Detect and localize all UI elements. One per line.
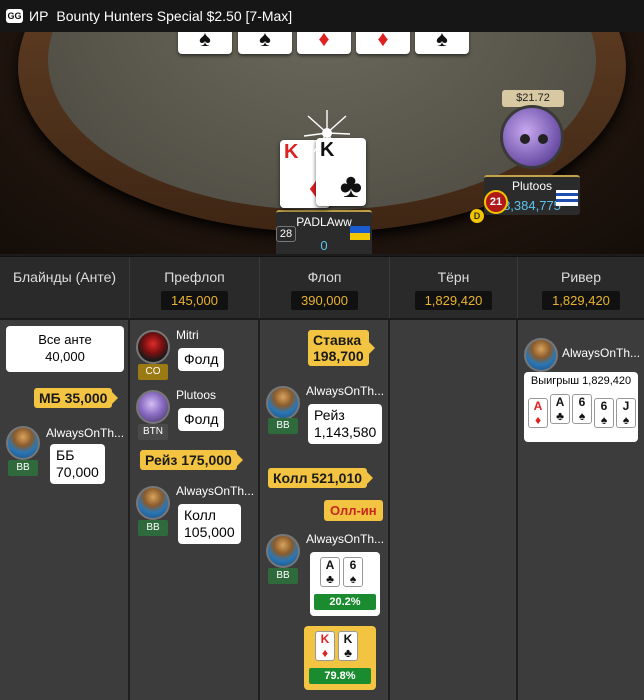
- winner-avatar: [524, 338, 558, 372]
- board-card-5: ♠: [415, 32, 469, 54]
- winner-card: 6 ♠: [572, 394, 592, 424]
- villain-avatar: [500, 105, 564, 169]
- river-pot: 1,829,420: [542, 291, 620, 310]
- big-blind-box: ББ 70,000: [50, 444, 105, 484]
- position-tag: BB: [8, 460, 38, 476]
- position-tag-bb: BB: [268, 568, 298, 584]
- all-ante-box: Все анте 40,000: [6, 326, 124, 372]
- always-raise: Рейз 1,143,580: [308, 404, 383, 444]
- board-card-1: ♠: [178, 32, 232, 54]
- position-tag-bb: BB: [268, 418, 298, 434]
- turn-pot: 1,829,420: [414, 291, 493, 310]
- board-card-2: ♠: [238, 32, 292, 54]
- win-label: Выигрыш 1,829,420: [530, 375, 632, 387]
- player-name: AlwaysOnTh...: [46, 426, 125, 440]
- position-tag-bb: BB: [138, 520, 168, 536]
- small-blind-pill: МБ 35,000: [34, 388, 119, 408]
- preflop-pot: 145,000: [161, 291, 228, 310]
- winner-card: 6 ♠: [594, 398, 614, 428]
- preflop-column: CO Mitri Фолд BTN Plutoos Фолд Рейз 175,…: [130, 320, 260, 700]
- mitri-avatar: [136, 330, 170, 364]
- always-name: AlwaysOnTh...: [306, 384, 385, 398]
- winner-name: AlwaysOnTh...: [562, 346, 641, 360]
- villain-seat[interactable]: $21.72 21 D Plutoos 3,384,775: [470, 90, 580, 223]
- flop-column: Ставка 198,700 BB AlwaysOnTh... Рейз 1,1…: [260, 320, 390, 700]
- river-column: AlwaysOnTh... Выигрыш 1,829,420 A ♦ A ♣ …: [518, 320, 644, 700]
- showdown-card: K ♦: [315, 631, 335, 661]
- raise-pill: Рейз 175,000: [140, 450, 243, 470]
- winner-card: A ♣: [550, 394, 570, 424]
- board-card-3: ♦: [297, 32, 351, 54]
- mitri-fold: Фолд: [178, 348, 225, 371]
- equity-badge: 20.2%: [314, 594, 376, 610]
- street-river: Ривер 1,829,420: [518, 257, 644, 318]
- hero-showdown-cards: K ♦ K ♣ 79.8%: [304, 626, 376, 690]
- always-avatar: [266, 386, 300, 420]
- showdown-card: K ♣: [338, 631, 358, 661]
- always-avatar: [136, 486, 170, 520]
- dealer-button-icon: D: [470, 209, 484, 223]
- finland-flag-icon: [556, 190, 578, 206]
- player-avatar: [6, 426, 40, 460]
- always-avatar: [266, 534, 300, 568]
- winner-box: Выигрыш 1,829,420 A ♦ A ♣ 6 ♠ 6 ♠ J ♠: [524, 372, 638, 442]
- call-pill: Колл 521,010: [268, 468, 374, 488]
- showdown-card: A ♣: [320, 557, 340, 587]
- flop-pot: 390,000: [291, 291, 358, 310]
- mitri-name: Mitri: [176, 328, 199, 342]
- showdown-card: 6 ♠: [343, 557, 363, 587]
- street-preflop: Префлоп 145,000: [130, 257, 260, 318]
- equity-badge: 79.8%: [309, 668, 371, 684]
- poker-table: ♠ ♠ ♦ ♦ ♠ K ♦ K ♣: [0, 32, 644, 254]
- hero-seat[interactable]: K ♦ K ♣: [276, 110, 372, 254]
- street-flop: Флоп 390,000: [260, 257, 390, 318]
- bet-pill: Ставка 198,700: [308, 330, 375, 366]
- winner-card: J ♠: [616, 398, 636, 428]
- always-showdown-cards: A ♣ 6 ♠ 20.2%: [310, 552, 380, 616]
- title-bar: GG ИР Bounty Hunters Special $2.50 [7-Ma…: [0, 0, 644, 32]
- action-history: Все анте 40,000 МБ 35,000 BB AlwaysOnTh.…: [0, 320, 644, 700]
- villain-bounty-badge: 21: [484, 190, 508, 214]
- street-turn: Тёрн 1,829,420: [390, 257, 518, 318]
- plutoos-fold: Фолд: [178, 408, 225, 431]
- street-headers: Блайнды (Анте) Префлоп 145,000 Флоп 390,…: [0, 256, 644, 318]
- position-tag-co: CO: [138, 364, 168, 380]
- blinds-column: Все анте 40,000 МБ 35,000 BB AlwaysOnTh.…: [0, 320, 130, 700]
- table-name: Bounty Hunters Special $2.50 [7-Max]: [56, 8, 293, 24]
- plutoos-name: Plutoos: [176, 388, 217, 402]
- always-name: AlwaysOnTh...: [176, 484, 255, 498]
- gg-logo-icon: GG: [6, 9, 23, 23]
- allin-pill: Олл-ин: [324, 500, 383, 521]
- always-call: Колл 105,000: [178, 504, 241, 544]
- winner-card: A ♦: [528, 398, 548, 428]
- plutoos-avatar: [136, 390, 170, 424]
- bounty-shatter-icon: [303, 110, 351, 153]
- hero-hole-cards: K ♦ K ♣: [276, 110, 372, 210]
- board-card-4: ♦: [356, 32, 410, 54]
- always-name: AlwaysOnTh...: [306, 532, 385, 546]
- game-mode-label: ИР: [29, 8, 49, 24]
- position-tag-btn: BTN: [138, 424, 168, 440]
- hero-bounty-count: 28: [276, 226, 296, 242]
- turn-column: [390, 320, 518, 700]
- ukraine-flag-icon: [350, 226, 370, 240]
- street-blinds: Блайнды (Анте): [0, 257, 130, 318]
